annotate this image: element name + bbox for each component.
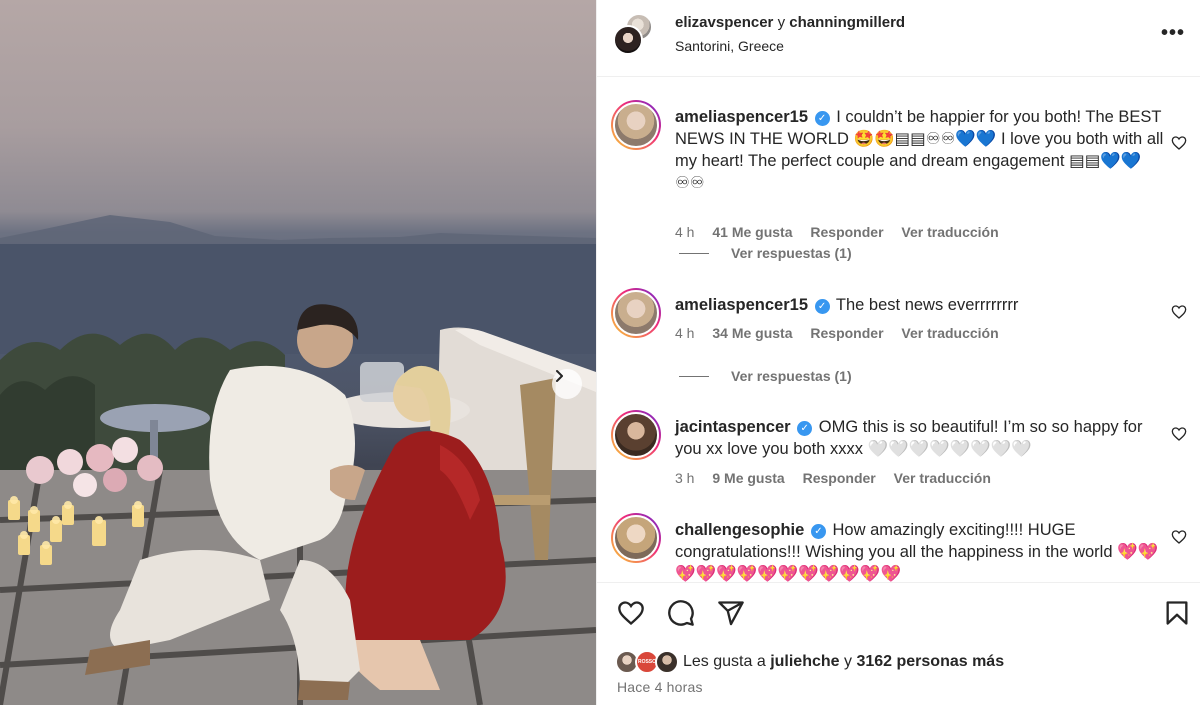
comment-body: ameliaspencer15 ✓ I couldn’t be happier … <box>675 106 1165 194</box>
reply-button[interactable]: Responder <box>803 470 876 486</box>
replies-divider <box>679 253 709 254</box>
likes-user[interactable]: juliehche <box>770 653 839 670</box>
more-icon[interactable]: ••• <box>1161 22 1185 45</box>
comment-likes[interactable]: 9 Me gusta <box>712 470 784 486</box>
comment-icon[interactable] <box>667 599 695 627</box>
view-replies-label: Ver respuestas (1) <box>731 245 852 261</box>
comment-meta: 3 h 9 Me gusta Responder Ver traducción <box>675 470 1005 486</box>
likes-others[interactable]: 3162 personas más <box>856 653 1004 670</box>
view-replies-button[interactable]: Ver respuestas (1) <box>679 245 852 261</box>
heart-icon[interactable] <box>1171 426 1187 442</box>
post-authors: elizavspencer y channingmillerd <box>675 14 905 31</box>
verified-icon: ✓ <box>797 421 813 436</box>
view-replies-button[interactable]: Ver respuestas (1) <box>679 368 852 384</box>
comment-likes[interactable]: 41 Me gusta <box>712 224 792 240</box>
comment-meta: 4 h 34 Me gusta Responder Ver traducción <box>675 325 1013 341</box>
bookmark-icon[interactable] <box>1163 599 1191 627</box>
comment-time[interactable]: 3 h <box>675 470 694 486</box>
translate-button[interactable]: Ver traducción <box>901 325 998 341</box>
comment-username[interactable]: challengesophie <box>675 521 804 539</box>
post-timestamp[interactable]: Hace 4 horas <box>617 679 703 695</box>
likes-prefix: Les gusta a <box>683 653 766 670</box>
heart-icon[interactable] <box>617 599 645 627</box>
verified-icon: ✓ <box>814 299 830 314</box>
translate-button[interactable]: Ver traducción <box>901 224 998 240</box>
comment-body: ameliaspencer15 ✓ The best news everrrrr… <box>675 294 1165 316</box>
view-replies-label: Ver respuestas (1) <box>731 368 852 384</box>
post-actions: ROSSO Les gusta a juliehche y 3162 perso… <box>597 582 1200 705</box>
reply-button[interactable]: Responder <box>810 224 883 240</box>
heart-icon[interactable] <box>1171 135 1187 151</box>
share-icon[interactable] <box>717 599 745 627</box>
comment-username[interactable]: jacintaspencer <box>675 418 791 436</box>
avatar[interactable] <box>611 288 661 338</box>
next-photo-button[interactable] <box>552 369 582 399</box>
comment-meta: 4 h 41 Me gusta Responder Ver traducción <box>675 224 1013 240</box>
comment-time[interactable]: 4 h <box>675 325 694 341</box>
comment-username[interactable]: ameliaspencer15 <box>675 296 808 314</box>
avatar <box>655 650 679 674</box>
comment-body: challengesophie ✓ How amazingly exciting… <box>675 519 1165 582</box>
author-avatars[interactable] <box>613 13 657 55</box>
heart-icon[interactable] <box>1171 304 1187 320</box>
author-connector: y <box>777 14 786 31</box>
post-header: elizavspencer y channingmillerd Santorin… <box>597 0 1200 77</box>
avatar[interactable] <box>613 25 643 55</box>
post-photo[interactable] <box>0 0 596 705</box>
comments-list[interactable]: ameliaspencer15 ✓ I couldn’t be happier … <box>597 78 1200 582</box>
verified-icon: ✓ <box>814 111 830 126</box>
comment-username[interactable]: ameliaspencer15 <box>675 108 808 126</box>
author-link[interactable]: channingmillerd <box>789 14 905 31</box>
translate-button[interactable]: Ver traducción <box>894 470 991 486</box>
comment-likes[interactable]: 34 Me gusta <box>712 325 792 341</box>
heart-icon[interactable] <box>1171 529 1187 545</box>
author-link[interactable]: elizavspencer <box>675 14 773 31</box>
post-panel: elizavspencer y channingmillerd Santorin… <box>596 0 1200 705</box>
proposal-photo-illustration <box>0 215 596 705</box>
comment-body: jacintaspencer ✓ OMG this is so beautifu… <box>675 416 1165 460</box>
avatar[interactable] <box>611 513 661 563</box>
avatar-badge: ROSSO <box>637 659 657 665</box>
likes-connector: y <box>844 653 852 670</box>
comment-time[interactable]: 4 h <box>675 224 694 240</box>
verified-icon: ✓ <box>810 524 826 539</box>
likes-text: Les gusta a juliehche y 3162 personas má… <box>683 653 1004 671</box>
post-location[interactable]: Santorini, Greece <box>675 38 784 54</box>
avatar[interactable] <box>611 100 661 150</box>
replies-divider <box>679 376 709 377</box>
comment-text: The best news everrrrrrrr <box>835 296 1019 314</box>
reply-button[interactable]: Responder <box>810 325 883 341</box>
avatar[interactable] <box>611 410 661 460</box>
chevron-right-icon <box>556 370 563 382</box>
